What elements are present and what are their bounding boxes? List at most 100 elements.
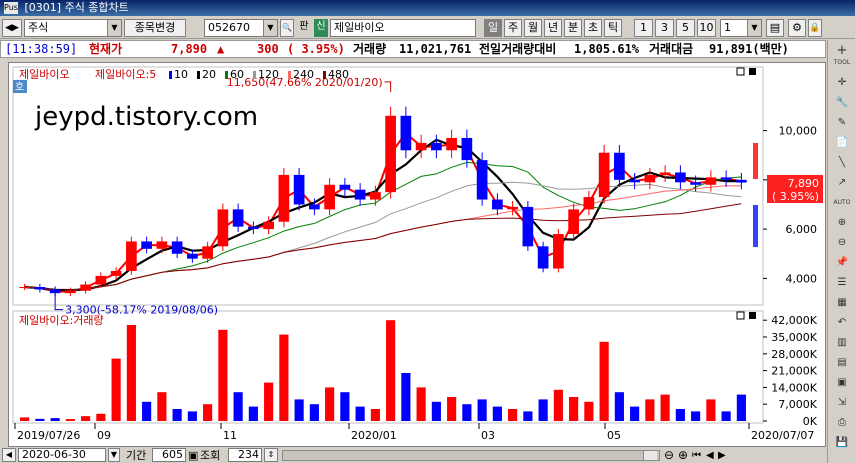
volume-bar	[20, 417, 30, 421]
legend-ma-label: 480	[328, 68, 349, 81]
period-button-3[interactable]: 년	[544, 19, 562, 37]
candle-body	[400, 115, 412, 151]
chart-area[interactable]: 10,0008,0006,0004,000 42,000K35,000K28,0…	[8, 62, 826, 447]
period-button-6[interactable]: 틱	[604, 19, 622, 37]
candle-body	[278, 174, 290, 222]
candle-body	[34, 286, 46, 290]
amount-label: 거래대금	[649, 42, 694, 56]
save-icon[interactable]: ▣	[188, 448, 198, 463]
volume-bar	[294, 399, 304, 421]
legend-ma-swatch	[323, 71, 326, 79]
pane-close-icon[interactable]	[749, 68, 756, 75]
zoom-out-icon[interactable]: ⊖	[831, 234, 853, 252]
candle-body	[309, 204, 320, 210]
crosshair-icon[interactable]: ✛	[831, 74, 853, 92]
tool-label: TOOL	[833, 59, 851, 66]
volume-bar	[218, 329, 228, 421]
window-icon[interactable]: ▣	[831, 374, 853, 392]
arrows-icon[interactable]: ◀▶	[2, 19, 22, 37]
auto-label[interactable]: AUTO	[831, 194, 853, 212]
interval-button-1[interactable]: 1	[634, 19, 653, 37]
candle-body	[598, 152, 610, 198]
chevron-down-icon[interactable]: ▼	[747, 20, 761, 36]
change-pct: ( 3.95%)	[287, 42, 345, 56]
candle-body	[339, 184, 351, 190]
lock-icon[interactable]: 🔒	[808, 19, 822, 37]
volume-bar	[462, 404, 472, 421]
candle-body	[202, 246, 213, 259]
period-input[interactable]: 605	[152, 448, 186, 462]
print-icon[interactable]: ⎙	[831, 414, 853, 432]
zoom-out-icon[interactable]: ⊖	[664, 448, 674, 463]
change-code-button[interactable]: 종목변경	[124, 19, 186, 37]
zoom-in-icon[interactable]: ⊕	[831, 214, 853, 232]
toolbar: ◀▶ 주식 ▼ 종목변경 052670 ▼ 🔍 판 신 제일바이오 일주월년분초…	[0, 17, 855, 39]
scroll-thumb[interactable]	[643, 451, 657, 460]
legend-ma-swatch	[288, 71, 291, 79]
right-tool-strip: + TOOL ✛ 🔧 ✎ 📄 ╲ ↗ AUTO ⊕ ⊖ 📌 ☰ ▦ ↶ ▥ ▤ …	[827, 40, 855, 463]
vol-pane-close-icon[interactable]	[749, 312, 756, 319]
interval-button-10[interactable]: 10	[697, 19, 716, 37]
line-tool-icon[interactable]: ╲	[831, 154, 853, 172]
interval-input[interactable]: 1 ▼	[720, 19, 762, 37]
volume-bar	[65, 419, 75, 421]
scroll-left-icon[interactable]: ◀	[2, 448, 16, 462]
pen-icon[interactable]: ✎	[831, 114, 853, 132]
interval-button-5[interactable]: 5	[676, 19, 695, 37]
period-button-0[interactable]: 일	[484, 19, 502, 37]
pin-icon[interactable]: 📌	[831, 254, 853, 272]
volume-bar	[35, 418, 45, 421]
period-button-5[interactable]: 초	[584, 19, 602, 37]
search-icon[interactable]: 🔍	[280, 19, 294, 37]
prev-icon[interactable]: ◀	[706, 448, 714, 463]
first-icon[interactable]: ⏮	[692, 448, 701, 463]
period-button-1[interactable]: 주	[504, 19, 522, 37]
volume-bar	[279, 334, 289, 421]
grid-icon[interactable]: ▤	[831, 354, 853, 372]
candle-body	[629, 179, 640, 183]
chart-icon[interactable]: ▦	[831, 294, 853, 312]
candle-body	[248, 226, 259, 230]
chevron-down-icon[interactable]: ▼	[107, 20, 121, 36]
trend-tool-icon[interactable]: ↗	[831, 174, 853, 192]
save-icon[interactable]: 💾	[831, 434, 853, 452]
undo-icon[interactable]: ↶	[831, 314, 853, 332]
chart-svg[interactable]: 10,0008,0006,0004,000 42,000K35,000K28,0…	[9, 63, 825, 446]
legend-ma-label: 20	[202, 68, 216, 81]
candle-body	[263, 221, 274, 230]
chevron-down-icon[interactable]: ▼	[263, 20, 277, 36]
candle-body	[446, 137, 457, 151]
code-input[interactable]: 052670 ▼	[204, 19, 278, 37]
document-icon[interactable]: 📄	[831, 134, 853, 152]
table-icon[interactable]: ▤	[766, 19, 784, 37]
candle-body	[171, 241, 183, 254]
app-icon: Pus	[4, 2, 18, 14]
period-button-2[interactable]: 월	[524, 19, 542, 37]
gear-icon[interactable]: ⚙	[788, 19, 806, 37]
calendar-icon[interactable]: ▼	[108, 448, 120, 462]
window-title: [0301] 주식 종합차트	[24, 1, 129, 14]
volume-tick-label: 0K	[803, 415, 818, 428]
date-tick-label: 11	[223, 429, 237, 442]
legend-ma-label: 120	[258, 68, 279, 81]
date-input[interactable]: 2020-06-30	[18, 448, 106, 462]
export-icon[interactable]: ⇲	[831, 394, 853, 412]
date-value: 2020-06-30	[22, 448, 86, 461]
query-input[interactable]: 234	[228, 448, 262, 462]
next-icon[interactable]: ▶	[718, 448, 726, 463]
candle-body	[522, 206, 534, 247]
interval-button-3[interactable]: 3	[655, 19, 674, 37]
query-spin-icon[interactable]: ⇕	[264, 448, 278, 462]
wrench-icon[interactable]: 🔧	[831, 94, 853, 112]
list-icon[interactable]: ☰	[831, 274, 853, 292]
horizontal-scrollbar[interactable]	[282, 450, 660, 461]
zoom-in-icon[interactable]: ⊕	[678, 448, 688, 463]
layers-icon[interactable]: ▥	[831, 334, 853, 352]
last-price-label: 7,890	[788, 177, 820, 190]
volume-bar	[157, 392, 167, 421]
period-button-4[interactable]: 분	[564, 19, 582, 37]
sin-badge: 신	[314, 19, 328, 37]
window-title-bar: Pus [0301] 주식 종합차트	[0, 0, 855, 16]
market-select[interactable]: 주식 ▼	[24, 19, 122, 37]
candle-body	[354, 189, 366, 200]
